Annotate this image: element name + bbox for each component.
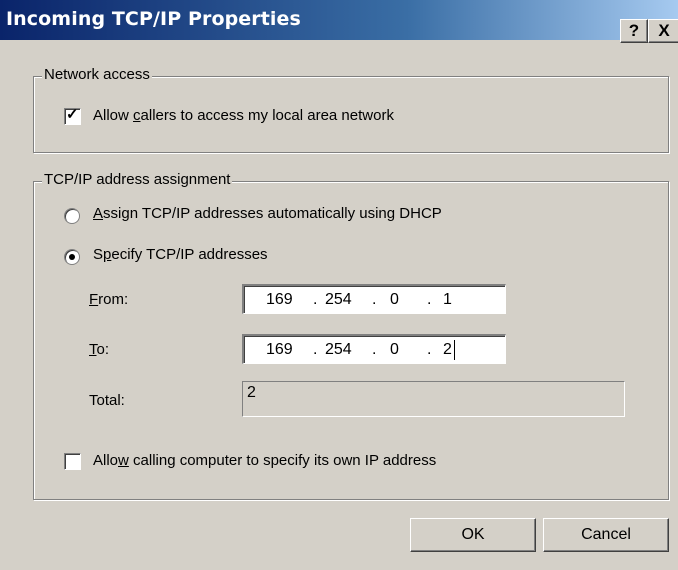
ip-dot: .: [313, 341, 318, 358]
title-bar[interactable]: Incoming TCP/IP Properties: [0, 0, 678, 40]
from-ip-input[interactable]: 169 . 254 . 0 . 1: [242, 284, 506, 314]
to-octet-2[interactable]: 254: [325, 341, 352, 359]
allow-lan-checkbox[interactable]: ✓: [64, 106, 81, 125]
allow-lan-label[interactable]: Allow callers to access my local area ne…: [93, 107, 394, 124]
ip-dot: .: [427, 291, 432, 308]
ip-dot: .: [372, 341, 377, 358]
from-octet-2[interactable]: 254: [325, 291, 352, 309]
help-icon: ?: [628, 21, 640, 40]
dhcp-radio[interactable]: [64, 208, 80, 224]
to-octet-1[interactable]: 169: [266, 341, 293, 359]
specify-radio[interactable]: [64, 249, 80, 265]
from-octet-3[interactable]: 0: [390, 291, 399, 309]
radio-selected-dot: [69, 254, 75, 260]
to-label: To:: [89, 341, 110, 358]
total-value: 2: [247, 384, 256, 401]
help-button[interactable]: ?: [620, 19, 648, 43]
dhcp-label[interactable]: Assign TCP/IP addresses automatically us…: [93, 205, 442, 222]
to-octet-4[interactable]: 2: [443, 341, 452, 359]
ip-dot: .: [427, 341, 432, 358]
allow-own-ip-label[interactable]: Allow calling computer to specify its ow…: [93, 452, 436, 469]
cancel-button[interactable]: Cancel: [543, 518, 669, 552]
checkmark-icon: ✓: [66, 106, 79, 123]
from-octet-4[interactable]: 1: [443, 291, 452, 309]
specify-label[interactable]: Specify TCP/IP addresses: [93, 246, 268, 263]
text-caret: [454, 340, 455, 360]
from-label: From:: [89, 291, 129, 308]
tcpip-legend: TCP/IP address assignment: [42, 171, 233, 188]
total-field: 2: [242, 381, 625, 417]
window-title: Incoming TCP/IP Properties: [6, 8, 301, 30]
network-access-legend: Network access: [42, 66, 152, 83]
to-octet-3[interactable]: 0: [390, 341, 399, 359]
close-icon: X: [658, 21, 670, 40]
to-ip-input[interactable]: 169 . 254 . 0 . 2: [242, 334, 506, 364]
from-octet-1[interactable]: 169: [266, 291, 293, 309]
ip-dot: .: [372, 291, 377, 308]
ok-button[interactable]: OK: [410, 518, 536, 552]
ip-dot: .: [313, 291, 318, 308]
total-label: Total:: [89, 392, 125, 409]
allow-own-ip-checkbox[interactable]: [64, 453, 81, 470]
close-button[interactable]: X: [648, 19, 678, 43]
